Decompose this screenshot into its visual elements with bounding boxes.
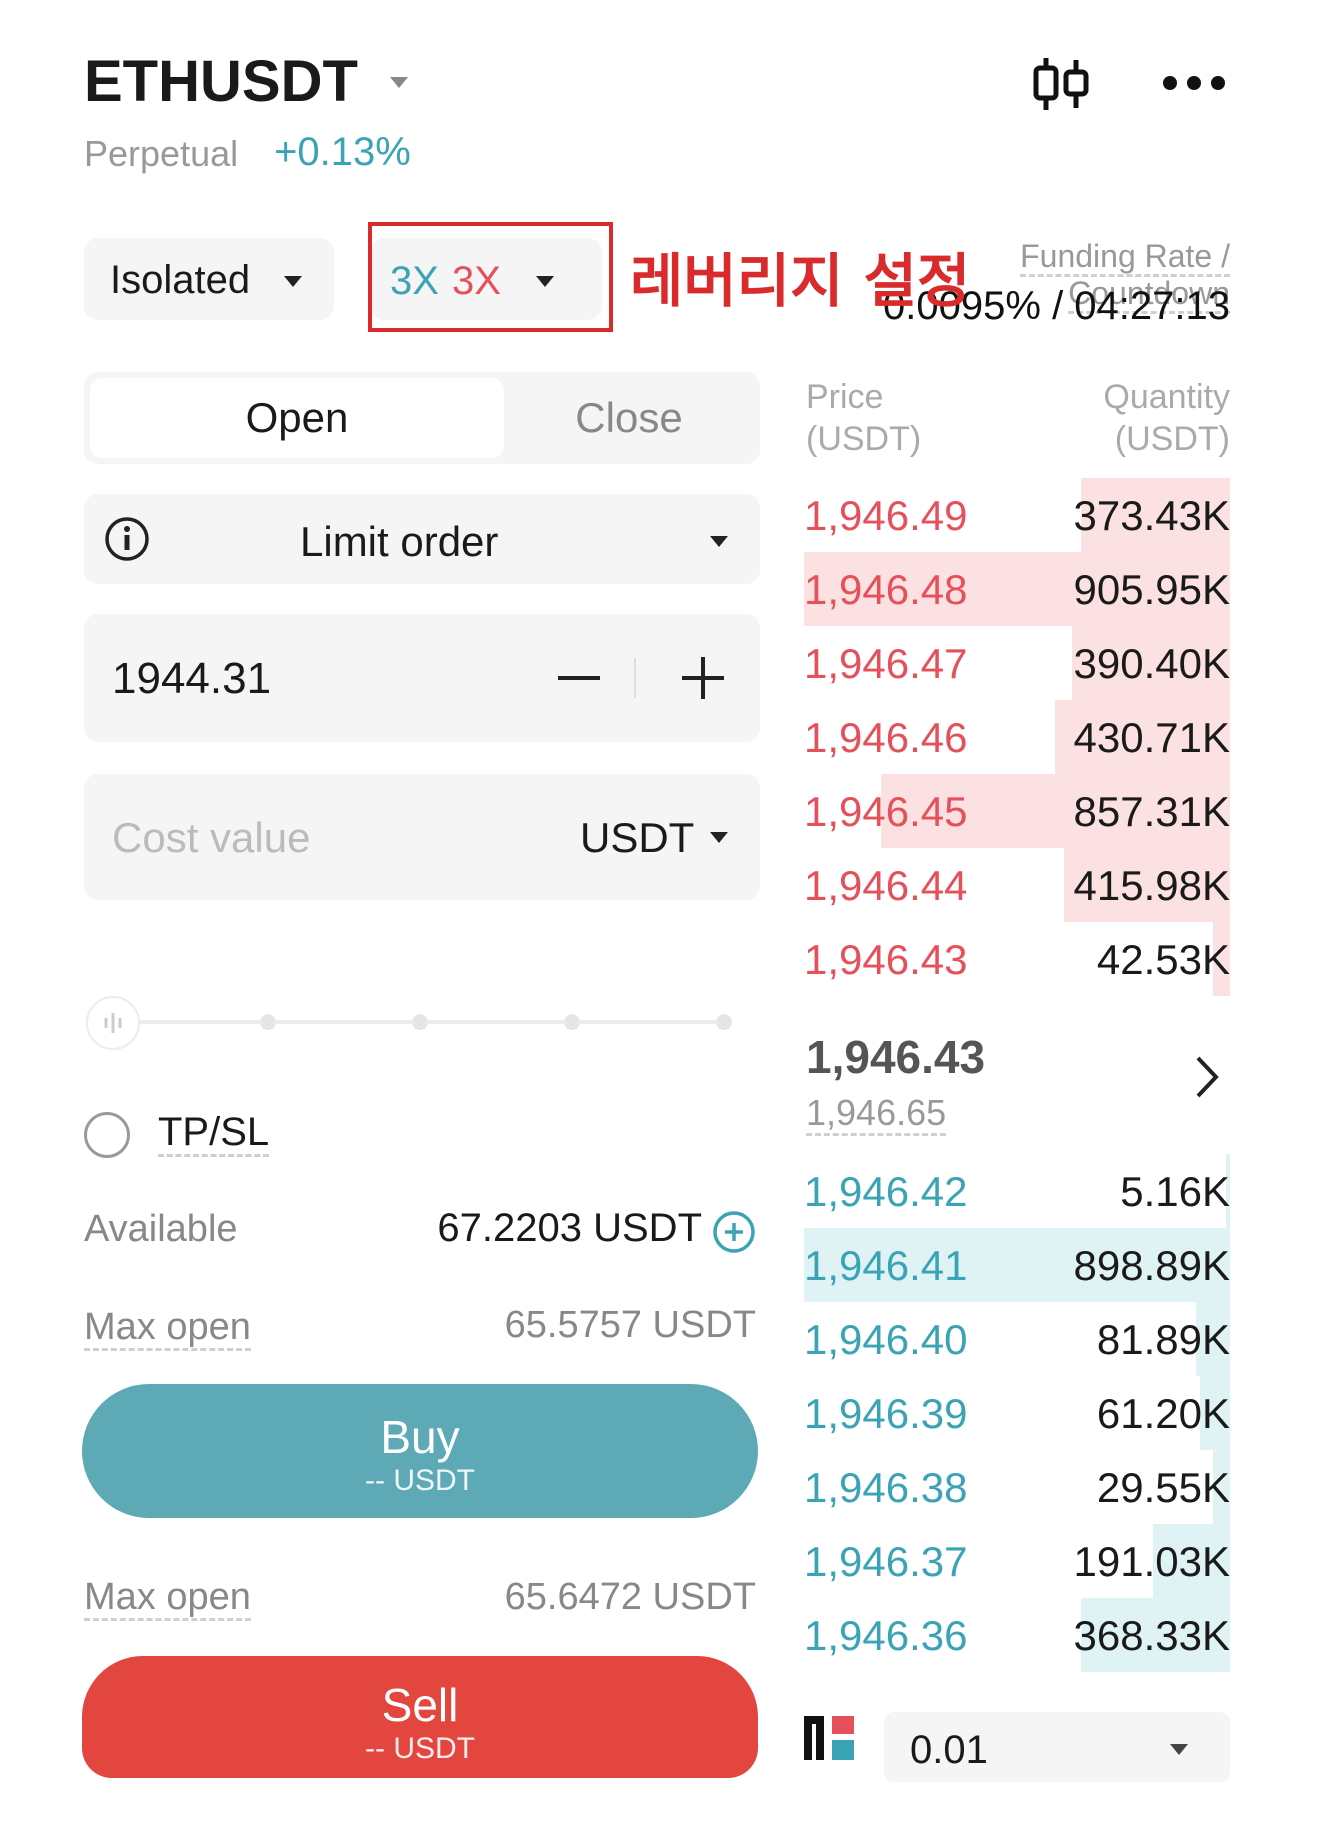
bid-row[interactable]: 1,946.42 5.16K — [804, 1154, 1230, 1228]
chevron-right-icon[interactable] — [1192, 1054, 1222, 1105]
more-options-icon[interactable] — [1162, 74, 1226, 97]
chevron-down-icon — [710, 534, 728, 552]
bid-row[interactable]: 1,946.41 898.89K — [804, 1228, 1230, 1302]
price-input[interactable]: 1944.31 — [84, 614, 760, 742]
cost-value-input[interactable]: Cost value USDT — [84, 774, 760, 900]
leverage-annotation: 레버리지 설정 — [630, 247, 971, 315]
tab-close[interactable]: Close — [504, 378, 754, 458]
ask-quantity: 857.31K — [1073, 788, 1230, 835]
ask-row[interactable]: 1,946.48 905.95K — [804, 552, 1230, 626]
chevron-down-icon — [710, 830, 728, 848]
ask-row[interactable]: 1,946.46 430.71K — [804, 700, 1230, 774]
ask-row[interactable]: 1,946.49 373.43K — [804, 478, 1230, 552]
ask-quantity: 415.98K — [1073, 862, 1230, 909]
bid-price: 1,946.40 — [804, 1316, 968, 1363]
available-value: 67.2203 USDT — [437, 1206, 702, 1250]
tab-open[interactable]: Open — [90, 378, 504, 458]
bid-row[interactable]: 1,946.40 81.89K — [804, 1302, 1230, 1376]
candlestick-chart-icon[interactable] — [1030, 56, 1092, 117]
bid-price: 1,946.36 — [804, 1612, 968, 1659]
price-change: +0.13% — [274, 130, 411, 174]
margin-mode-value: Isolated — [110, 258, 251, 302]
tpsl-label[interactable]: TP/SL — [158, 1110, 270, 1157]
buy-button-label: Buy — [380, 1411, 460, 1463]
buy-button[interactable]: Buy -- USDT — [82, 1384, 758, 1518]
cost-currency[interactable]: USDT — [580, 814, 694, 862]
ask-quantity: 390.40K — [1073, 640, 1230, 687]
ask-quantity: 430.71K — [1073, 714, 1230, 761]
bid-row[interactable]: 1,946.37 191.03K — [804, 1524, 1230, 1598]
max-open-buy-value: 65.5757 USDT — [504, 1304, 756, 1346]
position-tabs: Open Close — [84, 372, 760, 464]
symbol-dropdown-icon[interactable] — [390, 75, 408, 93]
available-label: Available — [84, 1208, 238, 1250]
chevron-down-icon — [1170, 1742, 1188, 1760]
tick-size-select[interactable]: 0.01 — [884, 1712, 1230, 1782]
tpsl-checkbox[interactable] — [84, 1112, 130, 1158]
ask-price: 1,946.46 — [804, 714, 968, 761]
ask-row[interactable]: 1,946.47 390.40K — [804, 626, 1230, 700]
ask-row[interactable]: 1,946.43 42.53K — [804, 922, 1230, 996]
info-icon[interactable] — [104, 516, 150, 567]
ask-price: 1,946.48 — [804, 566, 968, 613]
increment-button[interactable] — [672, 644, 736, 708]
bid-quantity: 29.55K — [1096, 1464, 1230, 1511]
slider-dot[interactable] — [260, 1014, 276, 1030]
last-price[interactable]: 1,946.43 — [806, 1030, 985, 1084]
ask-price: 1,946.45 — [804, 788, 968, 835]
bid-price: 1,946.42 — [804, 1168, 968, 1215]
bid-quantity: 191.03K — [1073, 1538, 1230, 1585]
ask-quantity: 373.43K — [1073, 492, 1230, 539]
order-type-select[interactable]: Limit order — [84, 494, 760, 584]
price-value: 1944.31 — [112, 654, 272, 703]
order-type-value: Limit order — [300, 518, 499, 565]
tick-size-value: 0.01 — [910, 1728, 988, 1772]
slider-dot[interactable] — [412, 1014, 428, 1030]
margin-mode-select[interactable]: Isolated — [84, 238, 334, 320]
max-open-sell-label[interactable]: Max open — [84, 1576, 251, 1621]
buy-button-sub: -- USDT — [365, 1464, 475, 1497]
stepper-divider — [634, 658, 636, 698]
symbol-title[interactable]: ETHUSDT — [84, 48, 358, 115]
slider-handle[interactable] — [86, 996, 140, 1050]
mark-price[interactable]: 1,946.65 — [806, 1092, 947, 1136]
bid-row[interactable]: 1,946.38 29.55K — [804, 1450, 1230, 1524]
orderbook-layout-icon[interactable] — [802, 1712, 858, 1769]
orderbook-qty-header: Quantity (USDT) — [1103, 378, 1230, 458]
bid-quantity: 81.89K — [1096, 1316, 1230, 1363]
ask-price: 1,946.49 — [804, 492, 968, 539]
ask-price: 1,946.43 — [804, 936, 968, 983]
sell-button-sub: -- USDT — [365, 1732, 475, 1765]
ask-quantity: 905.95K — [1073, 566, 1230, 613]
bid-quantity: 61.20K — [1096, 1390, 1230, 1437]
add-funds-icon[interactable] — [712, 1210, 756, 1259]
bid-row[interactable]: 1,946.36 368.33K — [804, 1598, 1230, 1672]
sell-button-label: Sell — [381, 1679, 459, 1731]
bid-quantity: 5.16K — [1120, 1168, 1230, 1215]
ask-row[interactable]: 1,946.45 857.31K — [804, 774, 1230, 848]
ask-row[interactable]: 1,946.44 415.98K — [804, 848, 1230, 922]
orderbook-price-header: Price (USDT) — [806, 378, 922, 458]
bid-price: 1,946.41 — [804, 1242, 968, 1289]
cost-value-placeholder: Cost value — [112, 814, 311, 861]
slider-dot[interactable] — [564, 1014, 580, 1030]
ask-price: 1,946.44 — [804, 862, 968, 909]
ask-price: 1,946.47 — [804, 640, 968, 687]
bid-price: 1,946.38 — [804, 1464, 968, 1511]
bid-price: 1,946.37 — [804, 1538, 968, 1585]
sell-button[interactable]: Sell -- USDT — [82, 1656, 758, 1778]
bid-quantity: 898.89K — [1073, 1242, 1230, 1289]
contract-type: Perpetual — [84, 133, 239, 174]
ask-quantity: 42.53K — [1096, 936, 1230, 983]
max-open-buy-label[interactable]: Max open — [84, 1306, 251, 1351]
leverage-highlight-box — [368, 222, 613, 332]
bid-price: 1,946.39 — [804, 1390, 968, 1437]
chevron-down-icon — [284, 274, 302, 292]
slider-dot[interactable] — [716, 1014, 732, 1030]
max-open-sell-value: 65.6472 USDT — [504, 1576, 756, 1618]
decrement-button[interactable] — [546, 644, 610, 708]
bid-quantity: 368.33K — [1073, 1612, 1230, 1659]
bid-row[interactable]: 1,946.39 61.20K — [804, 1376, 1230, 1450]
